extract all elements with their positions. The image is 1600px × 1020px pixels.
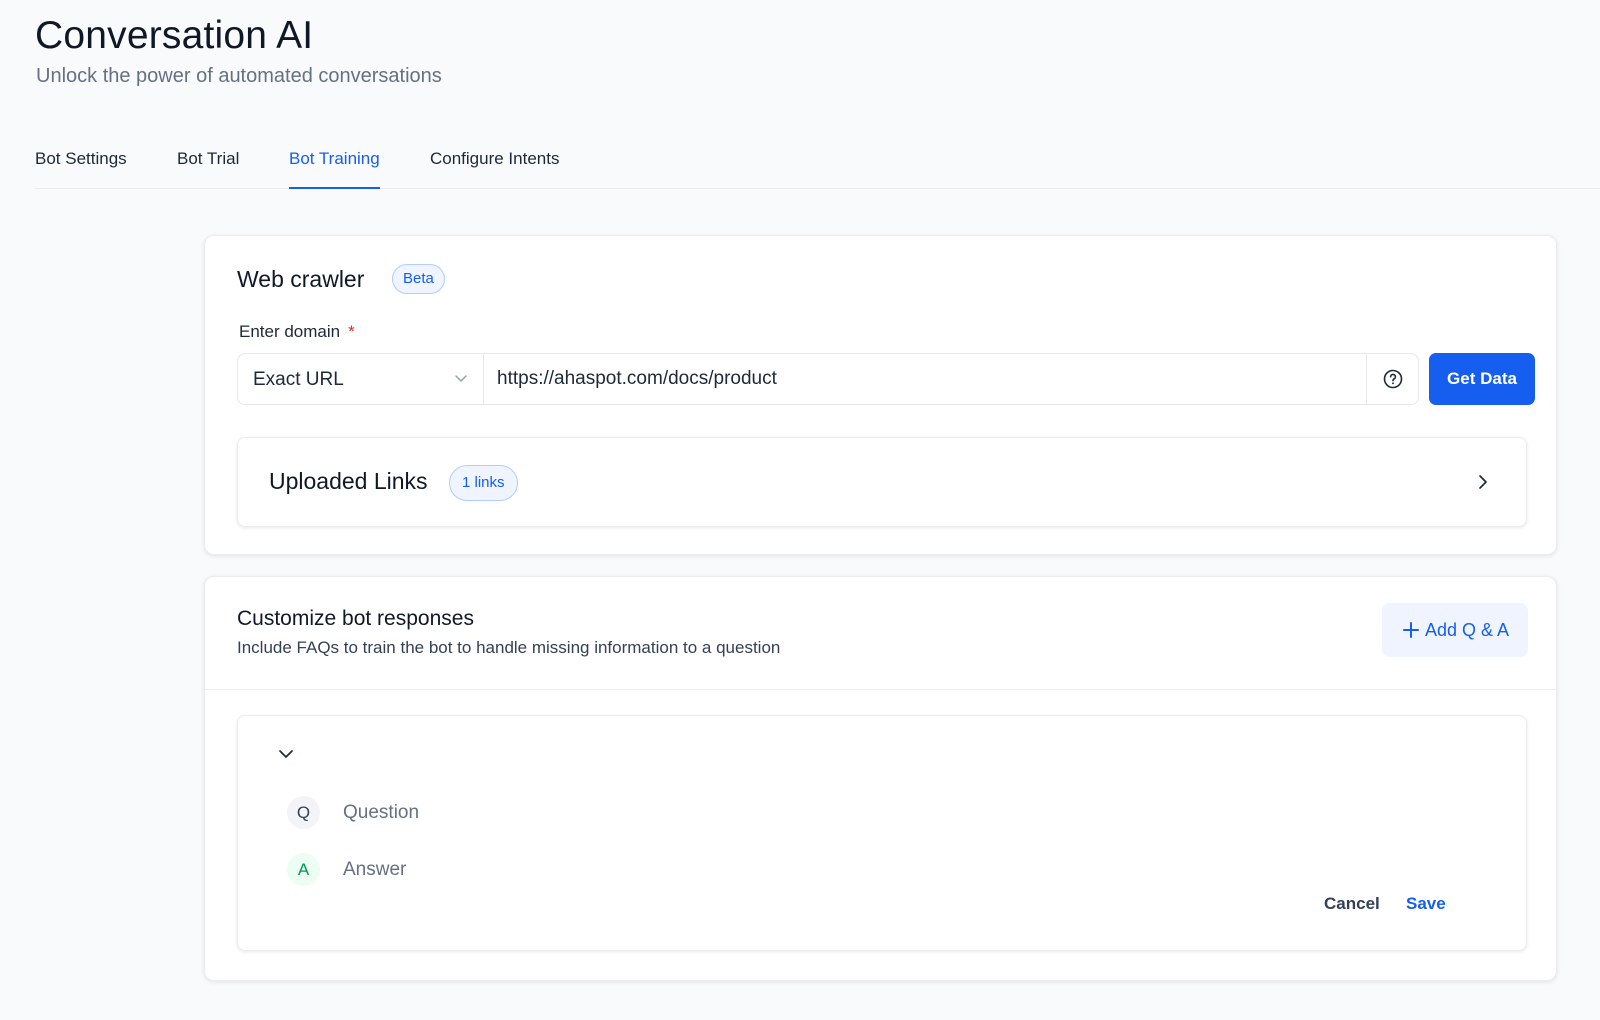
links-count-badge: 1 links xyxy=(449,465,518,501)
domain-input-group: Exact URL xyxy=(237,353,1419,405)
tab-configure-intents[interactable]: Configure Intents xyxy=(430,149,559,189)
customize-title: Customize bot responses xyxy=(237,607,474,630)
customize-responses-card: Customize bot responses Include FAQs to … xyxy=(204,576,1557,981)
plus-icon xyxy=(1402,622,1419,638)
enter-domain-label-text: Enter domain xyxy=(239,322,341,341)
match-type-value: Exact URL xyxy=(253,369,344,390)
customize-description: Include FAQs to train the bot to handle … xyxy=(237,638,781,657)
uploaded-links-title: Uploaded Links xyxy=(269,468,428,494)
question-input[interactable] xyxy=(343,798,1443,828)
web-crawler-card: Web crawler Beta Enter domain * Exact URL… xyxy=(204,235,1557,555)
section-divider xyxy=(205,689,1556,690)
required-marker: * xyxy=(348,322,355,341)
tab-bot-training[interactable]: Bot Training xyxy=(289,149,380,189)
chevron-down-icon[interactable] xyxy=(276,744,296,764)
tab-bar: Bot Settings Bot Trial Bot Training Conf… xyxy=(35,145,1600,189)
beta-badge: Beta xyxy=(392,264,445,294)
save-button[interactable]: Save xyxy=(1406,894,1446,914)
qa-item-panel: Q A Cancel Save xyxy=(237,715,1527,951)
help-button[interactable] xyxy=(1366,354,1418,404)
answer-input[interactable] xyxy=(343,855,1443,885)
match-type-select[interactable]: Exact URL xyxy=(238,354,484,404)
tab-bot-trial[interactable]: Bot Trial xyxy=(177,149,239,189)
chevron-down-icon xyxy=(455,375,467,382)
help-circle-icon xyxy=(1383,369,1402,389)
question-marker: Q xyxy=(287,796,320,829)
cancel-button[interactable]: Cancel xyxy=(1324,894,1380,914)
add-qa-button[interactable]: Add Q & A xyxy=(1382,603,1528,657)
uploaded-links-panel[interactable]: Uploaded Links 1 links xyxy=(237,437,1527,527)
web-crawler-title: Web crawler xyxy=(237,266,365,292)
domain-url-input[interactable] xyxy=(497,364,1357,394)
enter-domain-label: Enter domain * xyxy=(239,322,355,342)
add-qa-label: Add Q & A xyxy=(1424,619,1510,640)
tab-bot-settings[interactable]: Bot Settings xyxy=(35,149,127,189)
page-title: Conversation AI xyxy=(35,14,314,57)
get-data-button[interactable]: Get Data xyxy=(1429,353,1535,405)
page-subtitle: Unlock the power of automated conversati… xyxy=(36,65,442,87)
answer-marker: A xyxy=(287,853,320,886)
chevron-right-icon[interactable] xyxy=(1474,473,1492,491)
